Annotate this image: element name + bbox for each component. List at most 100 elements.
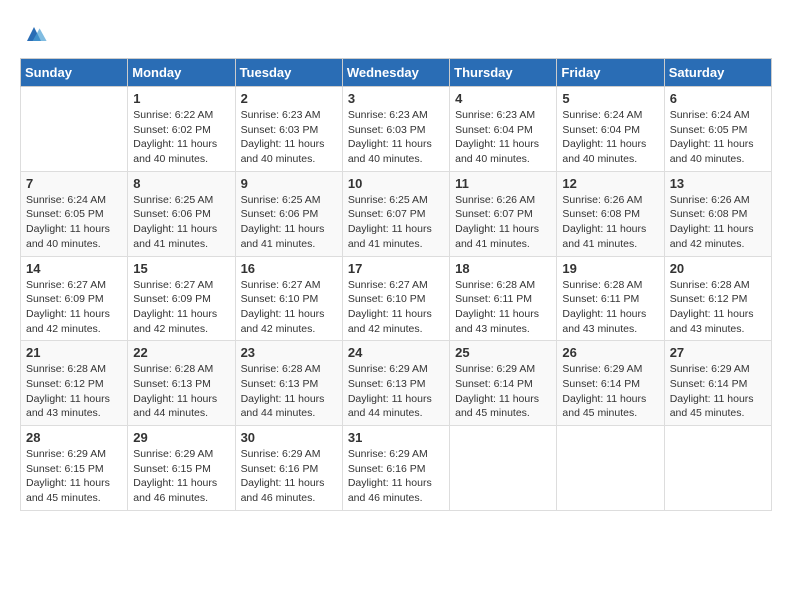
calendar-cell: 25Sunrise: 6:29 AM Sunset: 6:14 PM Dayli… xyxy=(450,341,557,426)
calendar-cell: 1Sunrise: 6:22 AM Sunset: 6:02 PM Daylig… xyxy=(128,87,235,172)
calendar-cell: 6 Sunrise: 6:24 AM Sunset: 6:05 PM Daylig… xyxy=(664,87,771,172)
day-number: 20 xyxy=(670,261,766,276)
calendar-cell: 23 Sunrise: 6:28 AM Sunset: 6:13 PM Dayli… xyxy=(235,341,342,426)
day-info: Sunrise: 6:26 AM Sunset: 6:08 PM Dayligh… xyxy=(670,193,766,252)
calendar-cell: 2Sunrise: 6:23 AM Sunset: 6:03 PM Daylig… xyxy=(235,87,342,172)
calendar-cell: 10Sunrise: 6:25 AM Sunset: 6:07 PM Dayli… xyxy=(342,171,449,256)
header-cell-tuesday: Tuesday xyxy=(235,59,342,87)
day-info: Sunrise: 6:25 AM Sunset: 6:06 PM Dayligh… xyxy=(241,193,337,252)
day-info: Sunrise: 6:24 AM Sunset: 6:05 PM Dayligh… xyxy=(670,108,766,167)
calendar-header: SundayMondayTuesdayWednesdayThursdayFrid… xyxy=(21,59,772,87)
calendar-body: 1Sunrise: 6:22 AM Sunset: 6:02 PM Daylig… xyxy=(21,87,772,511)
day-number: 19 xyxy=(562,261,658,276)
calendar-cell xyxy=(664,426,771,511)
calendar-cell xyxy=(21,87,128,172)
day-number: 9 xyxy=(241,176,337,191)
calendar-cell: 18 Sunrise: 6:28 AM Sunset: 6:11 PM Dayli… xyxy=(450,256,557,341)
day-info: Sunrise: 6:23 AM Sunset: 6:03 PM Dayligh… xyxy=(241,108,337,167)
day-info: Sunrise: 6:28 AM Sunset: 6:13 PM Dayligh… xyxy=(241,362,337,421)
day-info: Sunrise: 6:28 AM Sunset: 6:12 PM Dayligh… xyxy=(26,362,122,421)
day-info: Sunrise: 6:28 AM Sunset: 6:11 PM Dayligh… xyxy=(455,278,551,337)
day-info: Sunrise: 6:23 AM Sunset: 6:04 PM Dayligh… xyxy=(455,108,551,167)
logo xyxy=(20,20,52,48)
day-info: Sunrise: 6:28 AM Sunset: 6:11 PM Dayligh… xyxy=(562,278,658,337)
calendar-cell: 19 Sunrise: 6:28 AM Sunset: 6:11 PM Dayli… xyxy=(557,256,664,341)
day-number: 23 xyxy=(241,345,337,360)
week-row-1: 7Sunrise: 6:24 AM Sunset: 6:05 PM Daylig… xyxy=(21,171,772,256)
calendar-cell: 12 Sunrise: 6:26 AM Sunset: 6:08 PM Dayli… xyxy=(557,171,664,256)
day-info: Sunrise: 6:29 AM Sunset: 6:13 PM Dayligh… xyxy=(348,362,444,421)
header-cell-wednesday: Wednesday xyxy=(342,59,449,87)
day-number: 31 xyxy=(348,430,444,445)
day-number: 27 xyxy=(670,345,766,360)
week-row-0: 1Sunrise: 6:22 AM Sunset: 6:02 PM Daylig… xyxy=(21,87,772,172)
day-info: Sunrise: 6:29 AM Sunset: 6:15 PM Dayligh… xyxy=(26,447,122,506)
day-number: 17 xyxy=(348,261,444,276)
day-number: 10 xyxy=(348,176,444,191)
calendar-cell: 3Sunrise: 6:23 AM Sunset: 6:03 PM Daylig… xyxy=(342,87,449,172)
day-number: 8 xyxy=(133,176,229,191)
week-row-3: 21 Sunrise: 6:28 AM Sunset: 6:12 PM Dayli… xyxy=(21,341,772,426)
day-info: Sunrise: 6:27 AM Sunset: 6:09 PM Dayligh… xyxy=(26,278,122,337)
day-number: 5 xyxy=(562,91,658,106)
day-number: 22 xyxy=(133,345,229,360)
day-info: Sunrise: 6:28 AM Sunset: 6:13 PM Dayligh… xyxy=(133,362,229,421)
day-number: 25 xyxy=(455,345,551,360)
day-info: Sunrise: 6:27 AM Sunset: 6:10 PM Dayligh… xyxy=(348,278,444,337)
calendar-cell: 5Sunrise: 6:24 AM Sunset: 6:04 PM Daylig… xyxy=(557,87,664,172)
day-number: 1 xyxy=(133,91,229,106)
calendar-cell: 13 Sunrise: 6:26 AM Sunset: 6:08 PM Dayli… xyxy=(664,171,771,256)
day-info: Sunrise: 6:27 AM Sunset: 6:09 PM Dayligh… xyxy=(133,278,229,337)
day-info: Sunrise: 6:26 AM Sunset: 6:08 PM Dayligh… xyxy=(562,193,658,252)
day-number: 29 xyxy=(133,430,229,445)
day-number: 16 xyxy=(241,261,337,276)
day-number: 11 xyxy=(455,176,551,191)
day-number: 18 xyxy=(455,261,551,276)
calendar-cell: 28 Sunrise: 6:29 AM Sunset: 6:15 PM Dayli… xyxy=(21,426,128,511)
header-cell-thursday: Thursday xyxy=(450,59,557,87)
day-info: Sunrise: 6:29 AM Sunset: 6:14 PM Dayligh… xyxy=(562,362,658,421)
header-cell-friday: Friday xyxy=(557,59,664,87)
day-number: 7 xyxy=(26,176,122,191)
day-info: Sunrise: 6:29 AM Sunset: 6:15 PM Dayligh… xyxy=(133,447,229,506)
header-cell-sunday: Sunday xyxy=(21,59,128,87)
calendar-cell: 24 Sunrise: 6:29 AM Sunset: 6:13 PM Dayli… xyxy=(342,341,449,426)
calendar-cell: 26Sunrise: 6:29 AM Sunset: 6:14 PM Dayli… xyxy=(557,341,664,426)
calendar-cell: 7Sunrise: 6:24 AM Sunset: 6:05 PM Daylig… xyxy=(21,171,128,256)
day-number: 21 xyxy=(26,345,122,360)
calendar-cell: 15Sunrise: 6:27 AM Sunset: 6:09 PM Dayli… xyxy=(128,256,235,341)
day-number: 4 xyxy=(455,91,551,106)
day-number: 13 xyxy=(670,176,766,191)
day-info: Sunrise: 6:27 AM Sunset: 6:10 PM Dayligh… xyxy=(241,278,337,337)
calendar-cell: 20 Sunrise: 6:28 AM Sunset: 6:12 PM Dayli… xyxy=(664,256,771,341)
day-info: Sunrise: 6:29 AM Sunset: 6:14 PM Dayligh… xyxy=(670,362,766,421)
calendar-cell: 4 Sunrise: 6:23 AM Sunset: 6:04 PM Daylig… xyxy=(450,87,557,172)
header-cell-monday: Monday xyxy=(128,59,235,87)
calendar-cell: 14 Sunrise: 6:27 AM Sunset: 6:09 PM Dayli… xyxy=(21,256,128,341)
calendar-cell: 30Sunrise: 6:29 AM Sunset: 6:16 PM Dayli… xyxy=(235,426,342,511)
calendar-cell: 27 Sunrise: 6:29 AM Sunset: 6:14 PM Dayli… xyxy=(664,341,771,426)
calendar-cell: 16 Sunrise: 6:27 AM Sunset: 6:10 PM Dayli… xyxy=(235,256,342,341)
day-number: 6 xyxy=(670,91,766,106)
day-info: Sunrise: 6:29 AM Sunset: 6:16 PM Dayligh… xyxy=(348,447,444,506)
day-number: 28 xyxy=(26,430,122,445)
day-number: 3 xyxy=(348,91,444,106)
calendar-cell: 8Sunrise: 6:25 AM Sunset: 6:06 PM Daylig… xyxy=(128,171,235,256)
calendar-cell: 21 Sunrise: 6:28 AM Sunset: 6:12 PM Dayli… xyxy=(21,341,128,426)
header-cell-saturday: Saturday xyxy=(664,59,771,87)
calendar-cell xyxy=(450,426,557,511)
calendar-cell: 17 Sunrise: 6:27 AM Sunset: 6:10 PM Dayli… xyxy=(342,256,449,341)
page-header xyxy=(20,20,772,48)
day-number: 24 xyxy=(348,345,444,360)
day-number: 12 xyxy=(562,176,658,191)
calendar-cell: 31 Sunrise: 6:29 AM Sunset: 6:16 PM Dayli… xyxy=(342,426,449,511)
calendar-table: SundayMondayTuesdayWednesdayThursdayFrid… xyxy=(20,58,772,511)
day-info: Sunrise: 6:29 AM Sunset: 6:16 PM Dayligh… xyxy=(241,447,337,506)
header-row: SundayMondayTuesdayWednesdayThursdayFrid… xyxy=(21,59,772,87)
day-info: Sunrise: 6:28 AM Sunset: 6:12 PM Dayligh… xyxy=(670,278,766,337)
week-row-4: 28 Sunrise: 6:29 AM Sunset: 6:15 PM Dayli… xyxy=(21,426,772,511)
logo-icon xyxy=(20,20,48,48)
calendar-cell: 11Sunrise: 6:26 AM Sunset: 6:07 PM Dayli… xyxy=(450,171,557,256)
calendar-cell: 29 Sunrise: 6:29 AM Sunset: 6:15 PM Dayli… xyxy=(128,426,235,511)
day-number: 14 xyxy=(26,261,122,276)
